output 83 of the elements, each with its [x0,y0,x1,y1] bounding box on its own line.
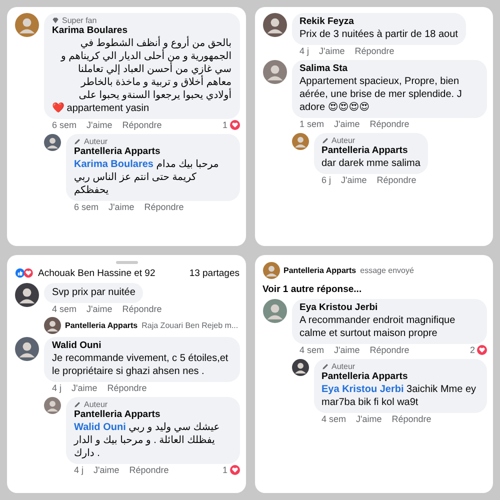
comment-text: Appartement spacieux, Propre, bien aérée, une brise de mer splendide. J adore 😍😍😍😍 [300,75,463,114]
pencil-icon [322,137,328,144]
like-link[interactable]: J'aime [341,175,367,185]
heart-icon [230,120,240,130]
like-link[interactable]: J'aime [86,304,112,314]
reply-link[interactable]: Répondre [354,46,394,56]
reply-link[interactable]: Répondre [122,120,162,130]
author-name[interactable]: Rekik Feyza [300,16,458,28]
timestamp: 1 sem [300,119,324,129]
like-link[interactable]: J'aime [108,202,134,212]
avatar[interactable] [44,316,61,334]
like-link[interactable]: J'aime [334,344,360,354]
avatar[interactable] [262,13,286,37]
author-name[interactable]: Karima Boulares [52,25,232,37]
reply-link[interactable]: Répondre [122,304,162,314]
reply-link[interactable]: Répondre [376,175,416,185]
timestamp: 4 sem [322,414,346,424]
reactions-summary[interactable]: Achouak Ben Hassine et 92 [38,268,156,278]
like-link[interactable]: J'aime [334,119,360,129]
like-link[interactable]: J'aime [94,464,120,474]
badge-label: Auteur [332,362,356,370]
comment-text: A recommander endroit magnifique calme et surtout maison propre [300,314,456,340]
reply-link[interactable]: Répondre [144,202,184,212]
diamond-icon [52,17,59,24]
mention-link[interactable]: Karima Boulares [74,159,154,170]
comment-text: أولادي يحبوا يرجعوا السنةو يحبوا على [78,89,232,102]
badge-label: Super fan [62,16,97,25]
drag-handle[interactable] [116,260,138,264]
badge-label: Auteur [84,137,108,146]
timestamp: 4 sem [52,304,77,314]
avatar[interactable] [44,134,61,151]
author-name[interactable]: Pantelleria Apparts [74,146,232,158]
pencil-icon [322,362,328,370]
shares-count[interactable]: 13 partages [189,268,240,278]
badge-label: Auteur [84,400,108,408]
like-link[interactable]: J'aime [319,46,345,56]
like-link[interactable]: J'aime [356,414,382,424]
reply-link[interactable]: Répondre [107,382,147,392]
comment-text: Prix de 3 nuitées à partir de 18 aout [300,28,458,41]
like-link[interactable]: J'aime [72,382,98,392]
comment-text: ❤ appartement yasin [52,102,150,115]
timestamp: 4 sem [300,344,324,354]
reply-link[interactable]: Répondre [392,414,432,424]
timestamp: 4 j [52,382,62,392]
author-name[interactable]: Eya Kristou Jerbi [300,302,479,314]
author-name[interactable]: Walid Ouni [52,340,232,352]
reaction-count: 1 [222,120,228,130]
author-name[interactable]: Pantelleria Apparts [284,266,356,274]
reply-link[interactable]: Répondre [370,119,410,129]
author-name[interactable]: Pantelleria Apparts [322,145,420,157]
mention-link[interactable]: Eya Kristou Jerbi [322,384,404,394]
timestamp: 6 sem [74,202,99,212]
heart-icon [477,344,487,354]
timestamp: 6 sem [52,120,77,130]
reply-snippet[interactable]: essage envoyé [360,266,414,274]
author-name[interactable]: Salima Sta [300,63,479,75]
more-replies-link[interactable]: Voir 1 autre réponse... [262,284,362,294]
comment-text: Eya Kristou Jerbi 3aichik Mme ey mar7ba bik fi kol wa9t [322,382,478,408]
comment-text: بالحق من أروع و أنظف الشطوط في الجمهورية و من أحلى الديار الي كريناهم و سي غازي من أحسن العباد إلي تعاملنا معاهم أخلاق و تربية و ماخذة بالخاطر [60,37,232,88]
comment-text: Svp prix par nuitée [52,286,136,298]
timestamp: 6 j [322,175,332,185]
timestamp: 4 j [300,46,310,56]
author-name[interactable]: Pantelleria Apparts [74,408,232,420]
reply-link[interactable]: Répondre [370,344,410,354]
heart-icon [230,464,240,474]
timestamp: 4 j [74,464,84,474]
reactions-icon [15,268,35,278]
reply-link[interactable]: Répondre [129,464,169,474]
reaction-count: 2 [470,344,475,354]
reply-snippet[interactable]: Raja Zouari Ben Rejeb m... [142,320,238,330]
comment-text: Je recommande vivement, c 5 étoiles,et le propriétaire si ghazi ahsen nes . [52,352,230,378]
pencil-icon [74,400,81,408]
author-name[interactable]: Pantelleria Apparts [65,320,138,330]
avatar[interactable] [292,358,308,376]
reaction-count: 1 [222,464,228,474]
comment-text: dar darek mme salima [322,157,420,170]
pencil-icon [74,138,81,145]
author-name[interactable]: Pantelleria Apparts [322,370,479,382]
avatar[interactable] [15,282,39,306]
like-link[interactable]: J'aime [86,120,112,130]
avatar[interactable] [15,336,39,360]
mention-link[interactable]: Walid Ouni [74,422,126,432]
badge-label: Auteur [332,136,356,145]
